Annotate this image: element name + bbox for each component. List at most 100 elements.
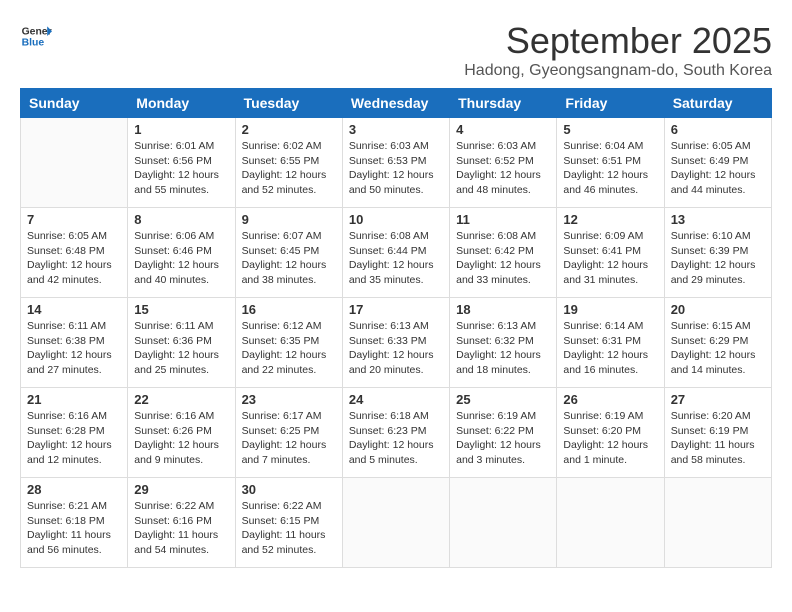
calendar-cell: 7 Sunrise: 6:05 AM Sunset: 6:48 PM Daylig… (21, 208, 128, 298)
calendar-cell (664, 478, 771, 568)
day-header: Monday (128, 89, 235, 118)
day-number: 24 (349, 392, 443, 407)
day-number: 7 (27, 212, 121, 227)
calendar-cell: 4Sunrise: 6:03 AM Sunset: 6:52 PM Daylig… (450, 118, 557, 208)
calendar-header-row: SundayMondayTuesdayWednesdayThursdayFrid… (21, 89, 772, 118)
calendar-cell: 11 Sunrise: 6:08 AM Sunset: 6:42 PM Dayli… (450, 208, 557, 298)
day-number: 8 (134, 212, 228, 227)
cell-info: Sunrise: 6:13 AM Sunset: 6:33 PM Dayligh… (349, 319, 443, 378)
day-number: 11 (456, 212, 550, 227)
cell-info: Sunrise: 6:09 AM Sunset: 6:41 PM Dayligh… (563, 229, 657, 288)
calendar-cell (557, 478, 664, 568)
calendar-cell: 16 Sunrise: 6:12 AM Sunset: 6:35 PM Dayli… (235, 298, 342, 388)
day-header: Sunday (21, 89, 128, 118)
cell-info: Sunrise: 6:07 AM Sunset: 6:45 PM Dayligh… (242, 229, 336, 288)
calendar-cell: 17Sunrise: 6:13 AM Sunset: 6:33 PM Dayli… (342, 298, 449, 388)
cell-info: Sunrise: 6:06 AM Sunset: 6:46 PM Dayligh… (134, 229, 228, 288)
calendar-week-row: 21Sunrise: 6:16 AM Sunset: 6:28 PM Dayli… (21, 388, 772, 478)
cell-info: Sunrise: 6:14 AM Sunset: 6:31 PM Dayligh… (563, 319, 657, 378)
calendar-cell: 13 Sunrise: 6:10 AM Sunset: 6:39 PM Dayli… (664, 208, 771, 298)
logo: General Blue (20, 20, 52, 52)
cell-info: Sunrise: 6:08 AM Sunset: 6:44 PM Dayligh… (349, 229, 443, 288)
day-header: Saturday (664, 89, 771, 118)
day-number: 15 (134, 302, 228, 317)
cell-info: Sunrise: 6:10 AM Sunset: 6:39 PM Dayligh… (671, 229, 765, 288)
calendar-cell (21, 118, 128, 208)
calendar-cell: 27Sunrise: 6:20 AM Sunset: 6:19 PM Dayli… (664, 388, 771, 478)
day-header: Wednesday (342, 89, 449, 118)
calendar-cell: 24Sunrise: 6:18 AM Sunset: 6:23 PM Dayli… (342, 388, 449, 478)
calendar-cell: 15Sunrise: 6:11 AM Sunset: 6:36 PM Dayli… (128, 298, 235, 388)
cell-info: Sunrise: 6:02 AM Sunset: 6:55 PM Dayligh… (242, 139, 336, 198)
day-number: 19 (563, 302, 657, 317)
day-header: Tuesday (235, 89, 342, 118)
cell-info: Sunrise: 6:16 AM Sunset: 6:26 PM Dayligh… (134, 409, 228, 468)
cell-info: Sunrise: 6:11 AM Sunset: 6:38 PM Dayligh… (27, 319, 121, 378)
calendar-cell (450, 478, 557, 568)
day-header: Thursday (450, 89, 557, 118)
day-number: 1 (134, 122, 228, 137)
cell-info: Sunrise: 6:08 AM Sunset: 6:42 PM Dayligh… (456, 229, 550, 288)
day-number: 26 (563, 392, 657, 407)
calendar-cell: 26 Sunrise: 6:19 AM Sunset: 6:20 PM Dayli… (557, 388, 664, 478)
location-subtitle: Hadong, Gyeongsangnam-do, South Korea (464, 62, 772, 80)
cell-info: Sunrise: 6:15 AM Sunset: 6:29 PM Dayligh… (671, 319, 765, 378)
calendar-cell (342, 478, 449, 568)
day-number: 30 (242, 482, 336, 497)
title-block: September 2025 Hadong, Gyeongsangnam-do,… (464, 20, 772, 80)
calendar-cell: 23 Sunrise: 6:17 AM Sunset: 6:25 PM Dayli… (235, 388, 342, 478)
day-number: 6 (671, 122, 765, 137)
day-number: 10 (349, 212, 443, 227)
calendar-cell: 3 Sunrise: 6:03 AM Sunset: 6:53 PM Daylig… (342, 118, 449, 208)
calendar-table: SundayMondayTuesdayWednesdayThursdayFrid… (20, 88, 772, 568)
day-number: 2 (242, 122, 336, 137)
calendar-cell: 5 Sunrise: 6:04 AM Sunset: 6:51 PM Daylig… (557, 118, 664, 208)
cell-info: Sunrise: 6:22 AM Sunset: 6:15 PM Dayligh… (242, 499, 336, 558)
calendar-cell: 12 Sunrise: 6:09 AM Sunset: 6:41 PM Dayli… (557, 208, 664, 298)
day-number: 9 (242, 212, 336, 227)
day-number: 3 (349, 122, 443, 137)
day-number: 28 (27, 482, 121, 497)
calendar-cell: 20 Sunrise: 6:15 AM Sunset: 6:29 PM Dayli… (664, 298, 771, 388)
day-number: 14 (27, 302, 121, 317)
calendar-week-row: 1 Sunrise: 6:01 AM Sunset: 6:56 PM Daylig… (21, 118, 772, 208)
day-number: 18 (456, 302, 550, 317)
cell-info: Sunrise: 6:03 AM Sunset: 6:53 PM Dayligh… (349, 139, 443, 198)
logo-icon: General Blue (20, 20, 52, 52)
calendar-cell: 6 Sunrise: 6:05 AM Sunset: 6:49 PM Daylig… (664, 118, 771, 208)
cell-info: Sunrise: 6:04 AM Sunset: 6:51 PM Dayligh… (563, 139, 657, 198)
day-number: 27 (671, 392, 765, 407)
calendar-cell: 30 Sunrise: 6:22 AM Sunset: 6:15 PM Dayli… (235, 478, 342, 568)
day-number: 5 (563, 122, 657, 137)
cell-info: Sunrise: 6:17 AM Sunset: 6:25 PM Dayligh… (242, 409, 336, 468)
cell-info: Sunrise: 6:05 AM Sunset: 6:49 PM Dayligh… (671, 139, 765, 198)
calendar-cell: 28Sunrise: 6:21 AM Sunset: 6:18 PM Dayli… (21, 478, 128, 568)
calendar-cell: 10 Sunrise: 6:08 AM Sunset: 6:44 PM Dayli… (342, 208, 449, 298)
day-number: 29 (134, 482, 228, 497)
day-number: 22 (134, 392, 228, 407)
day-number: 13 (671, 212, 765, 227)
cell-info: Sunrise: 6:19 AM Sunset: 6:22 PM Dayligh… (456, 409, 550, 468)
svg-text:Blue: Blue (22, 38, 45, 49)
calendar-cell: 25Sunrise: 6:19 AM Sunset: 6:22 PM Dayli… (450, 388, 557, 478)
cell-info: Sunrise: 6:19 AM Sunset: 6:20 PM Dayligh… (563, 409, 657, 468)
calendar-cell: 19 Sunrise: 6:14 AM Sunset: 6:31 PM Dayli… (557, 298, 664, 388)
cell-info: Sunrise: 6:12 AM Sunset: 6:35 PM Dayligh… (242, 319, 336, 378)
day-number: 20 (671, 302, 765, 317)
cell-info: Sunrise: 6:01 AM Sunset: 6:56 PM Dayligh… (134, 139, 228, 198)
calendar-cell: 8 Sunrise: 6:06 AM Sunset: 6:46 PM Daylig… (128, 208, 235, 298)
day-number: 23 (242, 392, 336, 407)
calendar-cell: 9 Sunrise: 6:07 AM Sunset: 6:45 PM Daylig… (235, 208, 342, 298)
day-number: 16 (242, 302, 336, 317)
calendar-cell: 14 Sunrise: 6:11 AM Sunset: 6:38 PM Dayli… (21, 298, 128, 388)
calendar-week-row: 14 Sunrise: 6:11 AM Sunset: 6:38 PM Dayli… (21, 298, 772, 388)
day-number: 21 (27, 392, 121, 407)
calendar-cell: 29Sunrise: 6:22 AM Sunset: 6:16 PM Dayli… (128, 478, 235, 568)
page-header: General Blue September 2025 Hadong, Gyeo… (20, 20, 772, 80)
cell-info: Sunrise: 6:05 AM Sunset: 6:48 PM Dayligh… (27, 229, 121, 288)
month-title: September 2025 (464, 20, 772, 62)
calendar-cell: 22 Sunrise: 6:16 AM Sunset: 6:26 PM Dayli… (128, 388, 235, 478)
day-number: 12 (563, 212, 657, 227)
calendar-cell: 1 Sunrise: 6:01 AM Sunset: 6:56 PM Daylig… (128, 118, 235, 208)
cell-info: Sunrise: 6:03 AM Sunset: 6:52 PM Dayligh… (456, 139, 550, 198)
